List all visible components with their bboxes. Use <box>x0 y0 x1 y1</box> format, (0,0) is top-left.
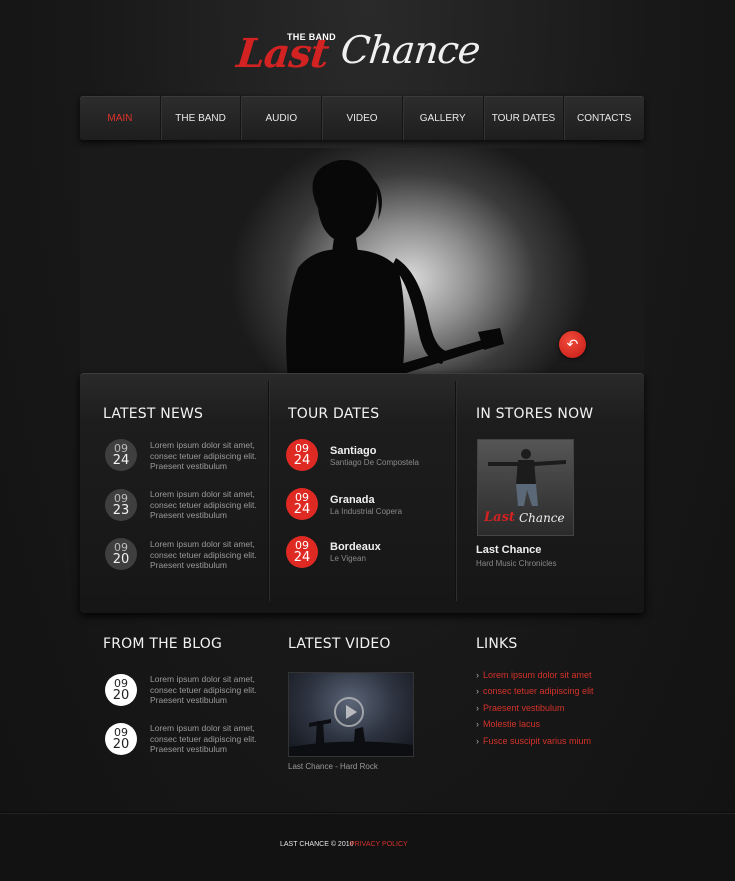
album-title[interactable]: Last Chance <box>476 544 541 556</box>
column-divider <box>268 381 269 601</box>
privacy-policy-link[interactable]: PRIVACY POLICY <box>350 841 408 848</box>
album-cover[interactable]: Last Chance <box>477 439 574 536</box>
link-item[interactable]: › Praesent vestibulum <box>476 703 565 713</box>
blog-item-text[interactable]: Lorem ipsum dolor sit amet, consec tetue… <box>150 723 265 755</box>
undo-arrow-icon: ↶ <box>566 336 579 353</box>
tour-venue: Santiago De Compostela <box>330 458 419 467</box>
footer-copyright: LAST CHANCE © 2010 <box>280 841 354 848</box>
album-subtitle: Hard Music Chronicles <box>476 559 557 568</box>
column-divider <box>455 381 456 601</box>
tour-date-badge: 09 24 <box>286 439 318 471</box>
news-item-text[interactable]: Lorem ipsum dolor sit amet, consec tetue… <box>150 440 265 472</box>
blog-date-badge: 09 20 <box>105 674 137 706</box>
chevron-right-icon: › <box>476 670 479 680</box>
latest-news-heading: LATEST NEWS <box>103 406 204 422</box>
tour-dates-heading: TOUR DATES <box>288 406 380 422</box>
link-item[interactable]: › consec tetuer adipiscing elit <box>476 686 594 696</box>
play-icon[interactable] <box>334 697 364 727</box>
link-item[interactable]: › Fusce suscipit varius mium <box>476 736 591 746</box>
nav-item-contacts[interactable]: CONTACTS <box>564 96 644 140</box>
logo-small-text: THE BAND <box>287 32 336 42</box>
link-item[interactable]: › Lorem ipsum dolor sit amet <box>476 670 592 680</box>
news-date-badge: 09 23 <box>105 489 137 521</box>
news-date-badge: 09 20 <box>105 538 137 570</box>
chevron-right-icon: › <box>476 703 479 713</box>
nav-item-video[interactable]: VIDEO <box>322 96 403 140</box>
nav-item-main[interactable]: MAIN <box>80 96 161 140</box>
logo-word-chance: Chance <box>338 28 482 72</box>
tour-city[interactable]: Granada <box>330 494 375 506</box>
tour-venue: La Industrial Copera <box>330 507 403 516</box>
album-logo-last: Last <box>484 510 515 525</box>
site-logo[interactable]: Last THE BAND Chance <box>235 14 482 86</box>
album-logo-chance: Chance <box>519 511 565 525</box>
tour-date-badge: 09 24 <box>286 488 318 520</box>
nav-item-tour-dates[interactable]: TOUR DATES <box>484 96 565 140</box>
tour-date-badge: 09 24 <box>286 536 318 568</box>
tour-city[interactable]: Santiago <box>330 445 376 457</box>
news-item-text[interactable]: Lorem ipsum dolor sit amet, consec tetue… <box>150 489 265 521</box>
tour-venue: Le Vigean <box>330 554 366 563</box>
hero-undo-button[interactable]: ↶ <box>559 331 586 358</box>
link-item[interactable]: › Molestie lacus <box>476 719 540 729</box>
news-date-badge: 09 24 <box>105 439 137 471</box>
blog-date-badge: 09 20 <box>105 723 137 755</box>
latest-video-heading: LATEST VIDEO <box>288 636 391 652</box>
main-navigation: MAIN THE BAND AUDIO VIDEO GALLERY TOUR D… <box>80 96 644 140</box>
nav-item-the-band[interactable]: THE BAND <box>161 96 242 140</box>
chevron-right-icon: › <box>476 686 479 696</box>
footer: LAST CHANCE © 2010 PRIVACY POLICY <box>0 812 735 881</box>
chevron-right-icon: › <box>476 736 479 746</box>
links-heading: LINKS <box>476 636 518 652</box>
tour-city[interactable]: Bordeaux <box>330 541 381 553</box>
nav-item-audio[interactable]: AUDIO <box>241 96 323 140</box>
news-item-text[interactable]: Lorem ipsum dolor sit amet, consec tetue… <box>150 539 265 571</box>
blog-heading: FROM THE BLOG <box>103 636 223 652</box>
blog-item-text[interactable]: Lorem ipsum dolor sit amet, consec tetue… <box>150 674 265 706</box>
video-thumbnail[interactable] <box>288 672 414 757</box>
in-stores-heading: IN STORES NOW <box>476 406 594 422</box>
video-caption: Last Chance - Hard Rock <box>288 762 378 771</box>
chevron-right-icon: › <box>476 719 479 729</box>
nav-item-gallery[interactable]: GALLERY <box>403 96 484 140</box>
